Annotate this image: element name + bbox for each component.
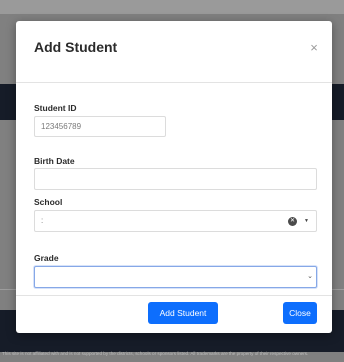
close-icon[interactable]: × [307,41,321,55]
background-footnote: This site is not affiliated with and is … [2,351,309,356]
student-id-label: Student ID [34,103,77,113]
caret-down-icon[interactable]: ▼ [303,217,310,226]
chevron-down-icon[interactable]: ⌄ [306,272,314,281]
school-label: School [34,197,63,207]
modal-footer-divider [16,295,332,296]
modal-title: Add Student [34,39,118,55]
add-student-button[interactable]: Add Student [148,302,218,324]
birth-date-input[interactable] [34,168,317,190]
clear-circle-icon[interactable]: ✕ [288,217,297,226]
birth-date-label: Birth Date [34,156,75,166]
close-button[interactable]: Close [283,302,317,324]
school-select[interactable]: : [34,210,317,232]
grade-select[interactable] [34,266,317,288]
background-top-bar [0,0,344,14]
student-id-input[interactable]: 123456789 [34,116,166,137]
modal-header: Add Student × [16,21,332,83]
add-student-modal: Add Student × Student ID 123456789 Birth… [16,21,332,333]
grade-label: Grade [34,253,59,263]
